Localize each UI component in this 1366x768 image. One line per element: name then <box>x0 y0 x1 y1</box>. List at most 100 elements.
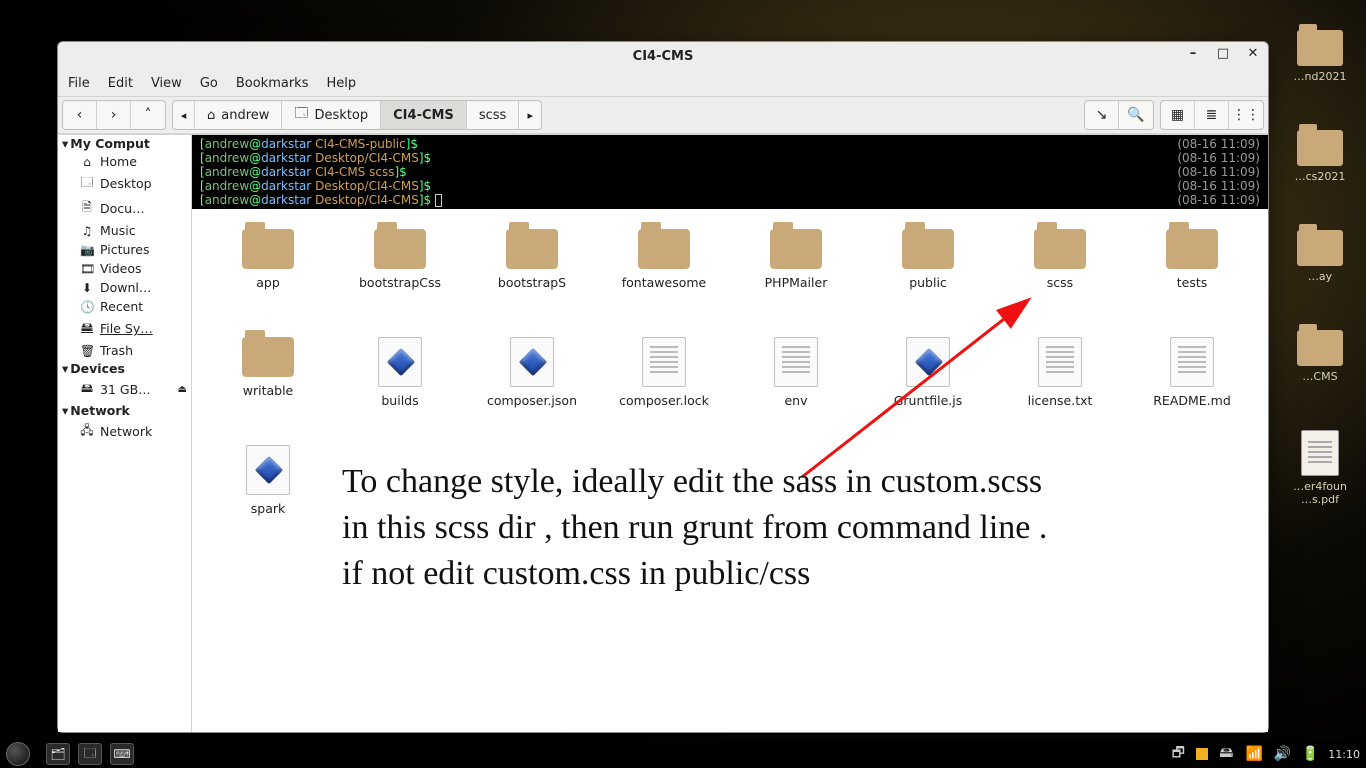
view-icons-button[interactable]: ▦ <box>1161 101 1195 129</box>
folder-icon <box>1297 130 1343 166</box>
menu-help[interactable]: Help <box>326 76 356 91</box>
file-item[interactable]: bootstrapCss <box>334 223 466 331</box>
file-item[interactable]: Gruntfile.js <box>862 331 994 439</box>
minimize-button[interactable]: – <box>1184 44 1202 62</box>
menu-file[interactable]: File <box>68 76 90 91</box>
file-item[interactable]: README.md <box>1126 331 1258 439</box>
desktop-icon[interactable]: …nd2021 <box>1285 30 1355 83</box>
sidebar-section-computer[interactable]: ▾ My Comput <box>58 135 191 152</box>
place-icon: 🖴 <box>80 318 94 339</box>
window-title: CI4-CMS <box>633 49 694 64</box>
sidebar-item[interactable]: 🖴File Sy… <box>58 316 191 341</box>
desktop-icon[interactable]: …cs2021 <box>1285 130 1355 183</box>
nav-up-button[interactable]: ˄ <box>131 101 165 129</box>
sidebar-item[interactable]: 📷Pictures <box>58 240 191 259</box>
start-button[interactable] <box>6 742 30 766</box>
taskbar-app[interactable]: 🗂 <box>46 743 70 765</box>
desktop-icon[interactable]: …ay <box>1285 230 1355 283</box>
place-icon: 🗎 <box>80 198 94 219</box>
sidebar-item[interactable]: 🎞Videos <box>58 259 191 278</box>
sidebar-item[interactable]: ♫Music <box>58 221 191 240</box>
script-file-icon <box>246 445 290 495</box>
menu-view[interactable]: View <box>151 76 182 91</box>
sidebar-section-devices[interactable]: ▾ Devices <box>58 360 191 377</box>
folder-icon <box>1297 230 1343 266</box>
main-pane: [andrew@darkstar CI4-CMS-public]$ [andre… <box>192 135 1268 732</box>
tray-volume-icon[interactable]: 🔊 <box>1272 744 1292 764</box>
path-scroll-left[interactable]: ◂ <box>173 101 195 129</box>
folder-icon <box>1297 30 1343 66</box>
file-item[interactable]: fontawesome <box>598 223 730 331</box>
menu-bookmarks[interactable]: Bookmarks <box>236 76 309 91</box>
sidebar-item[interactable]: 🖴31 GB…⏏ <box>58 377 191 402</box>
file-grid[interactable]: appbootstrapCssbootstrapSfontawesomePHPM… <box>192 209 1268 732</box>
file-item[interactable]: tests <box>1126 223 1258 331</box>
file-item[interactable]: composer.json <box>466 331 598 439</box>
sidebar-section-network[interactable]: ▾ Network <box>58 402 191 419</box>
file-item[interactable]: app <box>202 223 334 331</box>
place-icon: 📷 <box>80 243 94 257</box>
path-ci4cms[interactable]: CI4-CMS <box>381 101 467 129</box>
taskbar-app[interactable]: ⌨ <box>110 743 134 765</box>
folder-icon <box>1297 330 1343 366</box>
place-icon: 🖴 <box>80 379 94 400</box>
path-desktop[interactable]: 🗔Desktop <box>282 101 381 129</box>
file-item[interactable]: public <box>862 223 994 331</box>
nav-forward-button[interactable]: › <box>97 101 131 129</box>
path-bar: ◂ ⌂andrew 🗔Desktop CI4-CMS scss ▸ <box>172 100 542 130</box>
view-list-button[interactable]: ≣ <box>1195 101 1229 129</box>
file-item[interactable]: writable <box>202 331 334 439</box>
file-item[interactable]: PHPMailer <box>730 223 862 331</box>
sidebar-item[interactable]: 🗎Docu… <box>58 196 191 221</box>
tray-battery-icon[interactable]: 🔋 <box>1300 744 1320 764</box>
taskbar: 🗂 🗔 ⌨ 🗗 🖴 📶 🔊 🔋 11:10 <box>0 740 1366 768</box>
sidebar-item[interactable]: 🗔Desktop <box>58 171 191 196</box>
text-file-icon <box>1170 337 1214 387</box>
path-home[interactable]: ⌂andrew <box>195 101 282 129</box>
place-icon: 🖧 <box>80 421 94 442</box>
desktop-icon[interactable]: …CMS <box>1285 330 1355 383</box>
path-scss[interactable]: scss <box>467 101 519 129</box>
file-item[interactable]: license.txt <box>994 331 1126 439</box>
menu-go[interactable]: Go <box>200 76 218 91</box>
menu-edit[interactable]: Edit <box>108 76 133 91</box>
file-item[interactable]: composer.lock <box>598 331 730 439</box>
taskbar-app[interactable]: 🗔 <box>78 743 102 765</box>
file-item[interactable]: bootstrapS <box>466 223 598 331</box>
maximize-button[interactable]: □ <box>1214 44 1232 62</box>
file-item[interactable]: builds <box>334 331 466 439</box>
file-item[interactable]: scss <box>994 223 1126 331</box>
tray-notice-icon[interactable] <box>1196 748 1208 760</box>
taskbar-clock[interactable]: 11:10 <box>1328 748 1360 761</box>
eject-icon[interactable]: ⏏ <box>178 384 187 395</box>
file-item[interactable]: env <box>730 331 862 439</box>
sidebar-item[interactable]: 🗑Trash <box>58 341 191 360</box>
file-manager-window: CI4-CMS – □ ✕ File Edit View Go Bookmark… <box>57 41 1269 733</box>
nav-back-button[interactable]: ‹ <box>63 101 97 129</box>
titlebar[interactable]: CI4-CMS – □ ✕ <box>58 42 1268 70</box>
close-button[interactable]: ✕ <box>1244 44 1262 62</box>
script-file-icon <box>378 337 422 387</box>
toggle-location-button[interactable]: ↘ <box>1085 101 1119 129</box>
tray-disk-icon[interactable]: 🖴 <box>1216 744 1236 764</box>
path-scroll-right[interactable]: ▸ <box>519 101 541 129</box>
place-icon: ⬇ <box>80 281 94 295</box>
folder-icon <box>1166 229 1218 269</box>
view-compact-button[interactable]: ⋮⋮ <box>1229 101 1263 129</box>
text-file-icon <box>642 337 686 387</box>
folder-icon <box>506 229 558 269</box>
tray-windows-icon[interactable]: 🗗 <box>1168 744 1188 764</box>
folder-icon <box>770 229 822 269</box>
desktop-icon[interactable]: …er4foun…s.pdf <box>1285 430 1355 506</box>
script-file-icon <box>906 337 950 387</box>
terminal-panel[interactable]: [andrew@darkstar CI4-CMS-public]$ [andre… <box>192 135 1268 209</box>
sidebar-item[interactable]: 🖧Network <box>58 419 191 444</box>
search-button[interactable]: 🔍 <box>1119 101 1153 129</box>
sidebar-item[interactable]: ⬇Downl… <box>58 278 191 297</box>
sidebar-item[interactable]: 🕓Recent <box>58 297 191 316</box>
file-item[interactable]: spark <box>202 439 334 547</box>
sidebar: ▾ My Comput ⌂Home🗔Desktop🗎Docu…♫Music📷Pi… <box>58 135 192 732</box>
sidebar-item[interactable]: ⌂Home <box>58 152 191 171</box>
place-icon: 🎞 <box>80 262 94 276</box>
tray-network-icon[interactable]: 📶 <box>1244 744 1264 764</box>
